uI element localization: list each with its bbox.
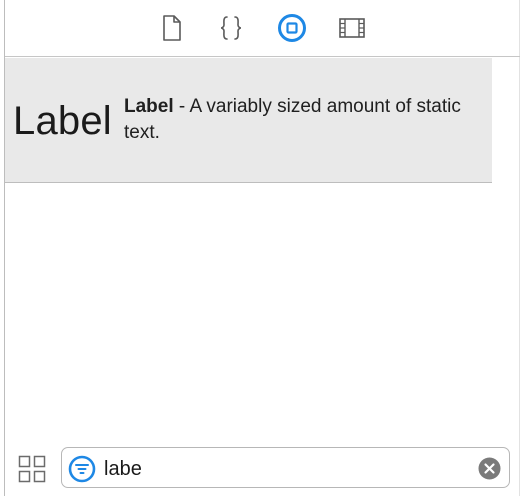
braces-icon [220,16,242,40]
media-library-button[interactable] [337,13,367,43]
clear-search-button[interactable] [478,457,501,480]
panel-right-border [519,0,520,496]
library-item-separator: - [173,96,190,117]
library-item-thumbnail: Label [13,99,112,143]
toolbar-divider [5,56,520,57]
grid-view-icon [18,455,46,483]
media-library-icon [339,18,365,38]
library-item-divider [5,182,492,183]
library-toolbar [5,0,519,57]
object-library-icon [278,14,306,42]
filter-button[interactable] [68,455,96,483]
search-input[interactable]: labe [104,455,142,483]
library-item-name: Label [124,96,174,117]
view-mode-toggle-button[interactable] [18,455,46,483]
filter-icon [68,455,96,483]
library-item-description: Label - A variably sized amount of stati… [124,94,474,146]
file-template-library-button[interactable] [157,13,187,43]
library-panel: Label Label - A variably sized amount of… [0,0,522,496]
file-icon [163,15,181,41]
object-library-button[interactable] [277,13,307,43]
clear-icon [478,457,501,480]
code-snippet-library-button[interactable] [216,13,246,43]
